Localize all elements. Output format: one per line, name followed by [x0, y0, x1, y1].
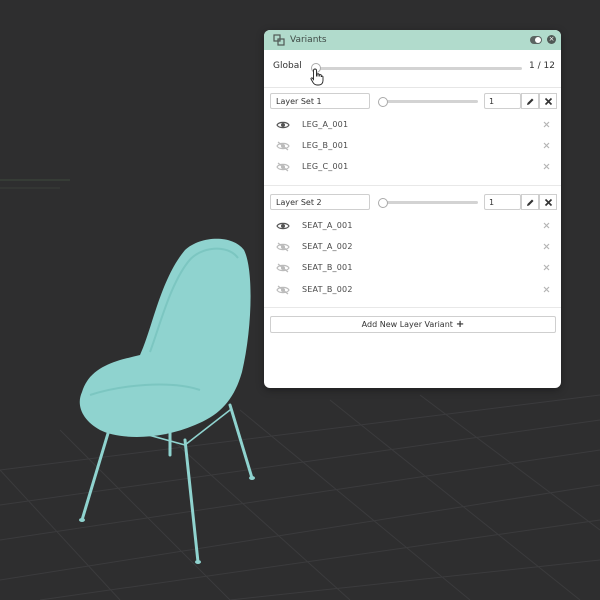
delete-layer-set-button[interactable]	[539, 194, 557, 210]
eye-slash-icon[interactable]	[276, 242, 290, 252]
close-icon[interactable]: ×	[547, 35, 556, 44]
list-item[interactable]: SEAT_B_001	[264, 258, 561, 279]
edit-button[interactable]	[521, 194, 539, 210]
global-slider-track[interactable]	[312, 67, 522, 70]
pencil-icon	[527, 199, 534, 206]
global-count: 1 / 12	[529, 61, 555, 71]
pencil-icon	[527, 98, 534, 105]
close-icon[interactable]	[543, 264, 550, 271]
variant-label: LEG_C_001	[302, 162, 349, 171]
close-icon	[544, 97, 553, 106]
divider	[264, 185, 561, 186]
close-icon	[544, 198, 553, 207]
global-label: Global	[273, 61, 302, 71]
list-item[interactable]: LEG_A_001	[264, 115, 561, 136]
variant-label: LEG_A_001	[302, 120, 349, 129]
close-icon[interactable]	[543, 243, 550, 250]
delete-layer-set-button[interactable]	[539, 93, 557, 109]
eye-icon[interactable]	[276, 221, 290, 231]
list-item[interactable]: LEG_B_001	[264, 136, 561, 157]
eye-slash-icon[interactable]	[276, 141, 290, 151]
variants-icon	[273, 34, 285, 46]
list-item[interactable]: SEAT_A_002	[264, 237, 561, 258]
layer-set-number-input[interactable]: 1	[484, 194, 521, 210]
close-icon[interactable]	[543, 121, 550, 128]
close-icon[interactable]	[543, 163, 550, 170]
eye-slash-icon[interactable]	[276, 162, 290, 172]
variant-label: SEAT_B_002	[302, 285, 353, 294]
variant-label: SEAT_B_001	[302, 263, 353, 272]
layer-set-slider-track[interactable]	[380, 100, 478, 103]
layer-set-slider-thumb[interactable]	[378, 198, 388, 208]
layer-set-name-input[interactable]: Layer Set 2	[270, 194, 370, 210]
variant-label: SEAT_A_001	[302, 221, 353, 230]
toggle-switch-icon[interactable]	[530, 36, 542, 44]
list-item[interactable]: SEAT_A_001	[264, 216, 561, 237]
panel-title: Variants	[290, 35, 327, 45]
layer-set-slider-thumb[interactable]	[378, 97, 388, 107]
panel-titlebar[interactable]: Variants ×	[264, 30, 561, 50]
hand-pointer-icon	[310, 68, 324, 86]
add-layer-variant-label: Add New Layer Variant	[361, 320, 453, 329]
close-icon[interactable]	[543, 142, 550, 149]
variant-label: SEAT_A_002	[302, 242, 353, 251]
list-item[interactable]: LEG_C_001	[264, 157, 561, 178]
add-layer-variant-button[interactable]: Add New Layer Variant +	[270, 316, 556, 333]
eye-slash-icon[interactable]	[276, 285, 290, 295]
layer-set-number-input[interactable]: 1	[484, 93, 521, 109]
variants-panel: Variants × Global 1 / 12 Layer Set 1 1 L…	[264, 30, 561, 388]
edit-button[interactable]	[521, 93, 539, 109]
close-icon[interactable]	[543, 286, 550, 293]
close-icon[interactable]	[543, 222, 550, 229]
layer-set-name-input[interactable]: Layer Set 1	[270, 93, 370, 109]
layer-set-2-header: Layer Set 2 1	[270, 194, 557, 212]
variant-label: LEG_B_001	[302, 141, 349, 150]
layer-set-slider-track[interactable]	[380, 201, 478, 204]
plus-icon: +	[455, 319, 465, 330]
divider	[264, 307, 561, 308]
eye-slash-icon[interactable]	[276, 263, 290, 273]
list-item[interactable]: SEAT_B_002	[264, 280, 561, 301]
global-row: Global 1 / 12	[264, 50, 561, 88]
eye-icon[interactable]	[276, 120, 290, 130]
layer-set-1-header: Layer Set 1 1	[270, 93, 557, 111]
